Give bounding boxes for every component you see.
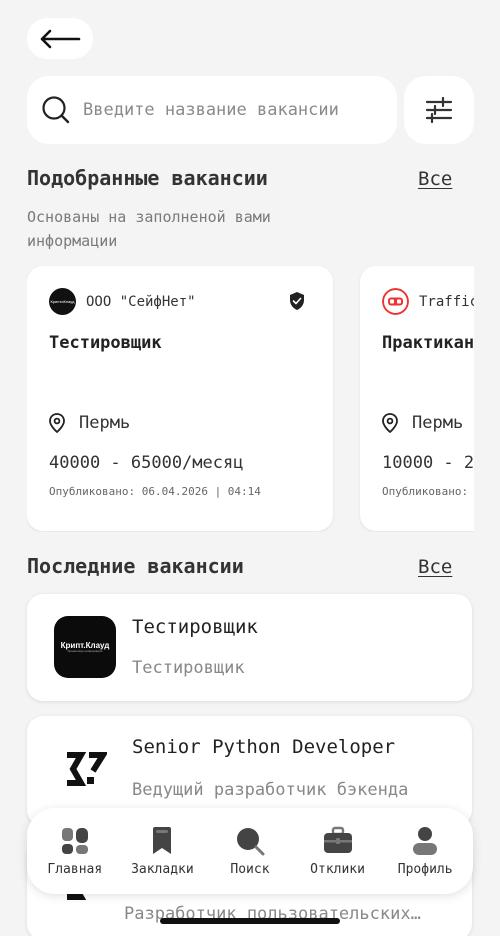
card-title: Тестировщик (49, 333, 162, 353)
search-icon (42, 96, 70, 124)
nav-label: Отклики (310, 861, 365, 877)
matched-section-title: Подобранные вакансии (27, 166, 268, 190)
card-location: Пермь (382, 413, 463, 433)
list-item-title: Тестировщик (132, 616, 258, 638)
card-salary: 40000 - 65000/месяц (49, 453, 244, 473)
list-item-subtitle: Ведущий разработчик бэкенда (132, 780, 409, 800)
back-button[interactable] (27, 18, 93, 59)
card-company: КриптоКлауд ООО "СейфНет" (49, 288, 311, 315)
search-icon (236, 827, 265, 855)
company-name: Traffic (419, 293, 474, 310)
vacancy-card[interactable]: Traffic Практикант Пермь 10000 - 2 Опубл… (360, 266, 474, 531)
nav-item-search[interactable]: Поиск (208, 826, 292, 877)
card-location: Пермь (49, 413, 130, 433)
card-location-text: Пермь (412, 413, 464, 433)
arrow-left-icon (40, 29, 81, 48)
card-company: Traffic (382, 288, 474, 315)
recent-section-title: Последние вакансии (27, 554, 244, 578)
matched-carousel[interactable]: КриптоКлауд ООО "СейфНет" Тестировщик Пе… (27, 266, 474, 532)
nav-label: Главная (47, 861, 103, 877)
matched-all-link[interactable]: Все (418, 168, 452, 190)
matched-subtitle: Основаны на заполненой вами информации (27, 208, 271, 250)
company-logo (54, 738, 116, 800)
nav-label: Профиль (397, 861, 453, 877)
vacancy-card[interactable]: КриптоКлауд ООО "СейфНет" Тестировщик Пе… (27, 266, 333, 531)
nav-item-bookmarks[interactable]: Закладки (120, 826, 204, 877)
company-logo: Крипт.Клауд Хранилище информации (54, 616, 116, 678)
location-pin-icon (382, 413, 398, 433)
list-item-subtitle: Тестировщик (132, 658, 245, 678)
company-name: ООО "СейфНет" (86, 293, 196, 310)
company-logo-mark (67, 752, 107, 786)
company-logo (382, 288, 409, 315)
recent-all-link[interactable]: Все (418, 556, 452, 578)
nav-label: Поиск (230, 861, 270, 877)
home-icon (61, 827, 88, 854)
filter-button[interactable] (404, 76, 474, 144)
card-title: Практикант (382, 333, 474, 353)
nav-item-responses[interactable]: Отклики (296, 826, 380, 877)
search-bar[interactable] (27, 76, 397, 144)
card-published: Опубликовано: 06.04.2026 | 04:14 (49, 485, 261, 498)
home-indicator (160, 918, 340, 924)
card-published: Опубликовано: (382, 485, 469, 498)
list-item[interactable]: Крипт.Клауд Хранилище информации Тестиро… (27, 594, 472, 701)
nav-item-home[interactable]: Главная (33, 826, 117, 877)
card-salary: 10000 - 2 (382, 453, 474, 473)
list-item-title: Senior Python Developer (132, 736, 396, 758)
bottom-navigation: Главная Закладки Поиск Отклики Профиль (27, 808, 473, 894)
card-location-text: Пермь (79, 413, 131, 433)
verified-shield-icon (290, 292, 304, 310)
nav-item-profile[interactable]: Профиль (383, 826, 467, 877)
location-pin-icon (49, 413, 65, 433)
sliders-icon (425, 97, 453, 123)
company-logo: КриптоКлауд (49, 288, 76, 315)
briefcase-icon (323, 826, 352, 853)
bookmark-icon (153, 826, 172, 854)
search-input[interactable] (83, 100, 373, 120)
nav-label: Закладки (131, 861, 194, 877)
profile-icon (413, 826, 438, 855)
